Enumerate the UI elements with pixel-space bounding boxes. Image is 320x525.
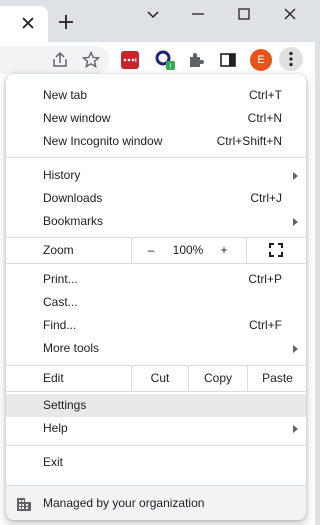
extension-icon[interactable]: ! [153, 48, 177, 72]
close-tab-icon[interactable] [20, 15, 36, 31]
menu-item-shortcut: Ctrl+T [249, 88, 282, 102]
menu-separator [6, 157, 306, 158]
menu-separator [6, 391, 306, 392]
menu-item-cast[interactable]: Cast... [6, 291, 306, 314]
menu-item-downloads[interactable]: Downloads Ctrl+J [6, 187, 306, 210]
browser-toolbar: ! E [0, 42, 315, 78]
menu-item-label: History [43, 168, 81, 182]
menu-item-label: New tab [43, 88, 88, 102]
submenu-arrow-icon [293, 218, 298, 226]
lastpass-extension-icon[interactable] [121, 51, 139, 69]
maximize-icon[interactable] [236, 6, 252, 22]
fullscreen-icon[interactable] [268, 242, 284, 258]
puzzle-icon[interactable] [186, 50, 206, 70]
menu-item-shortcut: Ctrl+J [250, 191, 282, 205]
menu-item-find[interactable]: Find... Ctrl+F [6, 314, 306, 337]
submenu-arrow-icon [293, 345, 298, 353]
minimize-icon[interactable] [190, 6, 206, 22]
profile-avatar[interactable]: E [250, 49, 272, 71]
menu-separator [6, 263, 306, 264]
menu-item-exit[interactable]: Exit [6, 451, 306, 474]
menu-item-label: More tools [43, 341, 100, 355]
kebab-menu-icon[interactable] [279, 47, 303, 71]
zoom-in-button[interactable]: + [214, 237, 234, 263]
cut-button[interactable]: Cut [131, 365, 188, 391]
menu-item-label: Settings [43, 398, 87, 412]
copy-button[interactable]: Copy [188, 365, 247, 391]
share-icon[interactable] [50, 50, 70, 70]
menu-item-bookmarks[interactable]: Bookmarks [6, 210, 306, 233]
building-icon [17, 498, 31, 511]
menu-item-shortcut: Ctrl+P [248, 272, 282, 286]
paste-button[interactable]: Paste [247, 365, 306, 391]
menu-item-new-window[interactable]: New window Ctrl+N [6, 107, 306, 130]
tab-search-chevron-icon[interactable] [145, 6, 161, 22]
menu-item-new-tab[interactable]: New tab Ctrl+T [6, 84, 306, 107]
menu-item-settings[interactable]: Settings [6, 394, 306, 417]
zoom-row: Zoom – 100% + [6, 237, 306, 263]
managed-label: Managed by your organization [43, 496, 205, 510]
menu-item-label: Help [43, 421, 68, 435]
close-window-icon[interactable] [282, 6, 298, 22]
menu-item-label: New window [43, 111, 111, 125]
zoom-label: Zoom [43, 243, 74, 257]
managed-by-organization[interactable]: Managed by your organization [6, 485, 306, 520]
star-icon[interactable] [81, 50, 101, 70]
menu-item-new-incognito-window[interactable]: New Incognito window Ctrl+Shift+N [6, 130, 306, 153]
new-tab-plus-icon[interactable] [58, 14, 74, 30]
active-tab[interactable] [0, 6, 48, 42]
edit-label: Edit [43, 371, 64, 385]
zoom-controls: – 100% + [131, 237, 246, 263]
zoom-level: 100% [172, 243, 204, 257]
menu-item-label: Cast... [43, 295, 78, 309]
menu-item-label: Print... [43, 272, 78, 286]
menu-item-more-tools[interactable]: More tools [6, 337, 306, 360]
zoom-out-button[interactable]: – [141, 237, 161, 263]
chrome-main-menu: New tab Ctrl+T New window Ctrl+N New Inc… [6, 74, 306, 520]
menu-item-label: Exit [43, 455, 64, 469]
menu-item-help[interactable]: Help [6, 417, 306, 440]
edit-row: Edit Cut Copy Paste [6, 365, 306, 391]
menu-item-shortcut: Ctrl+N [247, 111, 282, 125]
svg-text:!: ! [170, 64, 172, 71]
menu-item-label: Bookmarks [43, 214, 104, 228]
menu-item-label: New Incognito window [43, 134, 163, 148]
tab-strip [0, 0, 315, 42]
menu-item-shortcut: Ctrl+Shift+N [216, 134, 282, 148]
menu-item-label: Find... [43, 318, 77, 332]
menu-item-shortcut: Ctrl+F [249, 318, 282, 332]
menu-item-history[interactable]: History [6, 164, 306, 187]
menu-item-print[interactable]: Print... Ctrl+P [6, 268, 306, 291]
submenu-arrow-icon [293, 172, 298, 180]
menu-item-label: Downloads [43, 191, 103, 205]
side-panel-icon[interactable] [218, 50, 238, 70]
submenu-arrow-icon [293, 425, 298, 433]
fullscreen-cell [246, 237, 306, 263]
menu-separator [6, 445, 306, 446]
